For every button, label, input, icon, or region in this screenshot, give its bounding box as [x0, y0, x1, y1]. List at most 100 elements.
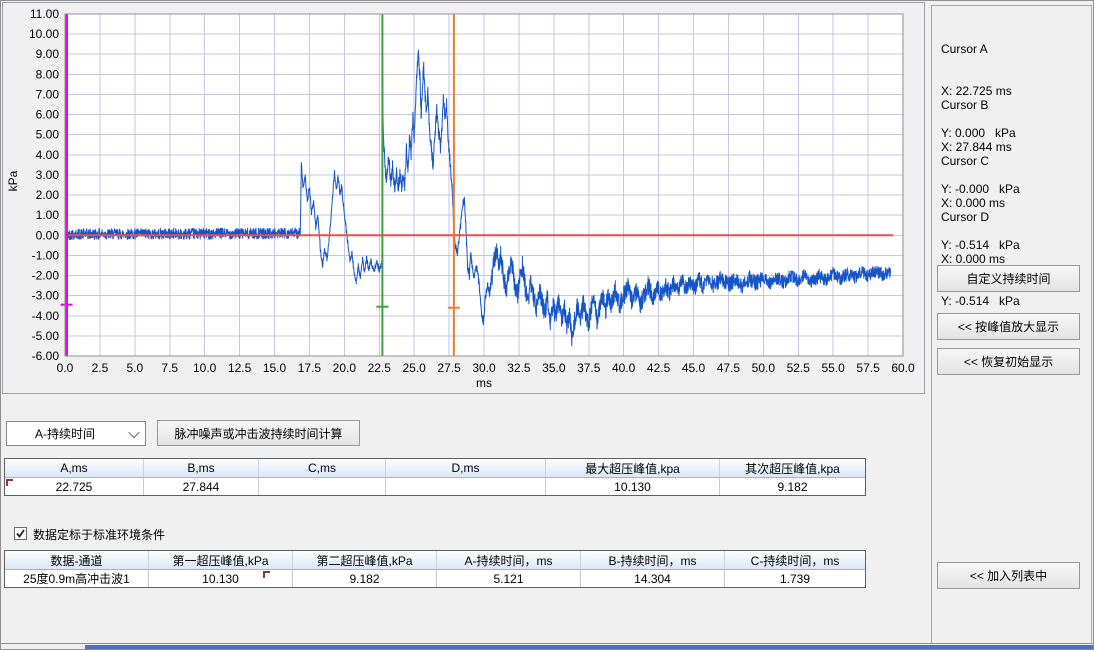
x-tick-label: 52.5	[787, 361, 811, 375]
add-to-list-button[interactable]: << 加入列表中	[937, 562, 1080, 589]
column-header: 最大超压峰值,kpa	[546, 459, 720, 477]
x-tick-label: 10.0	[193, 361, 217, 375]
column-header: A-持续时间，ms	[437, 551, 581, 569]
x-tick-label: 32.5	[507, 361, 531, 375]
x-tick-label: 42.5	[647, 361, 671, 375]
x-axis-unit-label: ms	[476, 376, 492, 390]
y-tick-label: 5.00	[36, 128, 60, 142]
column-header: A,ms	[5, 459, 144, 477]
data-cell[interactable]	[259, 478, 386, 495]
x-tick-label: 35.0	[542, 361, 566, 375]
chevron-down-icon	[128, 426, 139, 437]
y-tick-label: -4.00	[32, 309, 60, 323]
table-header-row: 数据-通道第一超压峰值,kPa第二超压峰值,kPaA-持续时间，msB-持续时间…	[5, 551, 865, 570]
x-tick-label: 60.0	[891, 361, 915, 375]
x-tick-labels: 0.02.55.07.510.012.515.017.520.022.525.0…	[57, 361, 915, 375]
cursor-c-label: Cursor C	[941, 154, 1086, 168]
duration-calc-button[interactable]: 脉冲噪声或冲击波持续时间计算	[157, 420, 360, 446]
duration-type-select[interactable]: A-持续时间	[6, 421, 146, 446]
y-tick-label: 11.00	[30, 7, 59, 21]
cursor-d-y: Y: -0.514 kPa	[941, 294, 1086, 308]
y-tick-label: 9.00	[36, 47, 60, 61]
column-header: D,ms	[386, 459, 546, 477]
column-header: C,ms	[259, 459, 386, 477]
x-tick-label: 0.0	[57, 361, 74, 375]
y-tick-labels: 11.00 10.00 9.00 8.00 7.00 6.00 5.00 4.00 3.00 2.…	[29, 7, 59, 363]
y-tick-label: 1.00	[36, 208, 60, 222]
table-row: 25度0.9m高冲击波110.1309.1825.12114.3041.739	[5, 570, 865, 587]
y-tick-label: -6.00	[32, 349, 60, 363]
y-tick-label: -1.00	[32, 248, 60, 262]
window-bottom-border	[0, 643, 1094, 644]
column-header: B,ms	[144, 459, 259, 477]
column-header: B-持续时间，ms	[581, 551, 725, 569]
data-cell[interactable]: 1.739	[725, 570, 865, 587]
y-tick-label: -3.00	[32, 289, 60, 303]
x-tick-label: 12.5	[228, 361, 252, 375]
data-cell[interactable]: 5.121	[437, 570, 581, 587]
y-tick-label: 7.00	[36, 87, 60, 101]
data-cell[interactable]: 27.844	[144, 478, 259, 495]
cursor-a-label: Cursor A	[941, 42, 1086, 56]
cursor-d-x: X: 0.000 ms	[941, 252, 1086, 266]
data-cell[interactable]	[386, 478, 546, 495]
cell-focus-mark	[263, 571, 270, 578]
results-table: 数据-通道第一超压峰值,kPa第二超压峰值,kPaA-持续时间，msB-持续时间…	[4, 550, 866, 588]
y-tick-label: 8.00	[36, 67, 60, 81]
x-tick-label: 30.0	[472, 361, 496, 375]
data-cell[interactable]: 10.130	[149, 570, 293, 587]
data-cell[interactable]: 10.130	[546, 478, 720, 495]
y-tick-label: 10.00	[29, 27, 59, 41]
x-tick-label: 15.0	[263, 361, 287, 375]
zoom-to-peak-button[interactable]: << 按峰值放大显示	[937, 313, 1080, 340]
column-header: 第二超压峰值,kPa	[293, 551, 437, 569]
cell-focus-mark	[6, 479, 13, 486]
standard-conditions-label[interactable]: 数据定标于标准环境条件	[33, 526, 165, 543]
y-tick-label: 2.00	[36, 188, 60, 202]
duration-table: A,msB,msC,msD,ms最大超压峰值,kpa其次超压峰值,kpa22.7…	[4, 458, 866, 496]
y-tick-label: 3.00	[36, 168, 60, 182]
column-header: C-持续时间，ms	[725, 551, 865, 569]
x-tick-label: 17.5	[298, 361, 322, 375]
y-tick-label: -2.00	[32, 269, 60, 283]
column-header: 其次超压峰值,kpa	[720, 459, 865, 477]
x-tick-label: 27.5	[437, 361, 461, 375]
waveform-chart-panel: 0.02.55.07.510.012.515.017.520.022.525.0…	[2, 2, 925, 394]
y-tick-label: 6.00	[36, 108, 60, 122]
cursor-d-readout: Cursor D X: 0.000 ms Y: -0.514 kPa	[941, 182, 1086, 322]
data-cell[interactable]: 9.182	[720, 478, 865, 495]
reset-view-button[interactable]: << 恢复初始显示	[937, 348, 1080, 375]
combo-dropdown-zone[interactable]	[123, 422, 145, 445]
x-tick-label: 55.0	[821, 361, 845, 375]
x-tick-label: 50.0	[752, 361, 776, 375]
x-tick-label: 7.5	[161, 361, 178, 375]
y-tick-label: -5.00	[32, 329, 60, 343]
background-window-titlebar[interactable]	[85, 645, 1094, 650]
data-cell[interactable]: 9.182	[293, 570, 437, 587]
x-tick-label: 40.0	[612, 361, 636, 375]
column-header: 数据-通道	[5, 551, 149, 569]
custom-duration-button[interactable]: 自定义持续时间	[937, 265, 1080, 292]
x-tick-label: 47.5	[717, 361, 741, 375]
data-cell[interactable]: 22.725	[5, 478, 144, 495]
pressure-time-chart: 0.02.55.07.510.012.515.017.520.022.525.0…	[3, 3, 922, 391]
data-cell[interactable]: 14.304	[581, 570, 725, 587]
data-cell[interactable]: 25度0.9m高冲击波1	[5, 570, 149, 587]
table-row: 22.72527.844 10.1309.182	[5, 478, 865, 495]
column-header: 第一超压峰值,kPa	[149, 551, 293, 569]
x-tick-label: 37.5	[577, 361, 601, 375]
y-tick-label: 4.00	[36, 148, 60, 162]
x-tick-label: 45.0	[682, 361, 706, 375]
y-tick-label: 0.00	[36, 228, 60, 242]
x-tick-label: 25.0	[402, 361, 426, 375]
x-tick-label: 5.0	[126, 361, 143, 375]
x-tick-label: 22.5	[368, 361, 392, 375]
x-tick-label: 2.5	[92, 361, 109, 375]
check-icon	[15, 528, 26, 539]
cursor-d-label: Cursor D	[941, 210, 1086, 224]
cursor-b-label: Cursor B	[941, 98, 1086, 112]
duration-type-value: A-持续时间	[7, 425, 123, 442]
standard-conditions-checkbox[interactable]	[14, 527, 27, 540]
table-header-row: A,msB,msC,msD,ms最大超压峰值,kpa其次超压峰值,kpa	[5, 459, 865, 478]
y-axis-unit-label: kPa	[6, 170, 20, 191]
